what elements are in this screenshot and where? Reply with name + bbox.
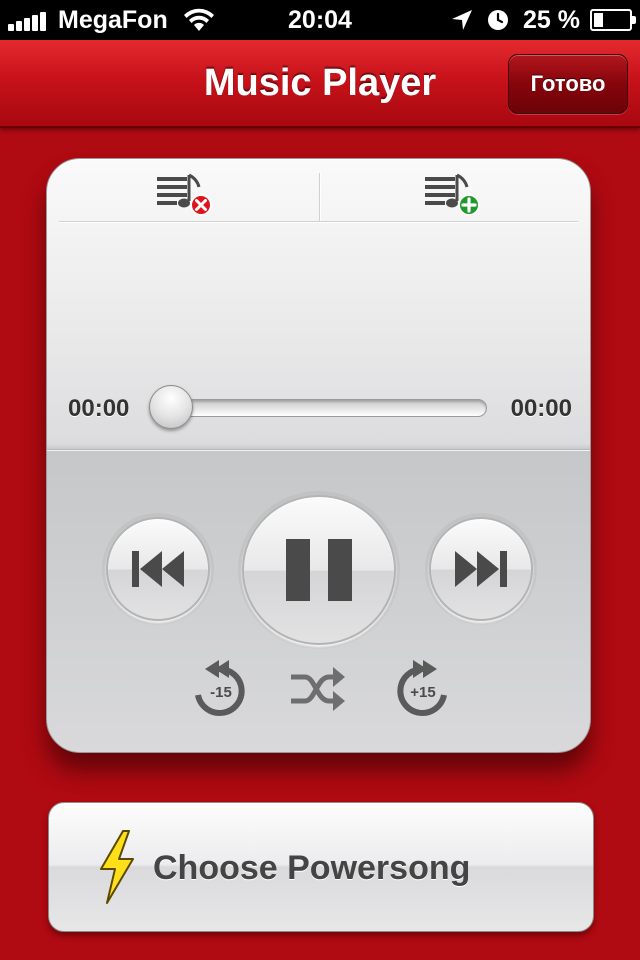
choose-powersong-button[interactable]: Choose Powersong bbox=[48, 802, 594, 932]
done-button[interactable]: Готово bbox=[508, 54, 628, 114]
battery-fill bbox=[594, 13, 603, 27]
signal-strength-icon bbox=[8, 9, 48, 31]
battery-icon bbox=[590, 9, 636, 31]
previous-track-button[interactable] bbox=[106, 517, 210, 621]
shuffle-icon[interactable] bbox=[287, 659, 347, 719]
status-right: 25 % bbox=[451, 0, 636, 40]
divider bbox=[319, 173, 321, 221]
status-bar: MegaFon 20:04 25 % bbox=[0, 0, 640, 40]
playlist-add-icon[interactable] bbox=[421, 171, 485, 219]
wifi-icon bbox=[183, 8, 214, 31]
progress-slider-thumb[interactable] bbox=[149, 385, 193, 429]
rewind-15-icon[interactable]: -15 bbox=[189, 659, 249, 719]
next-track-button[interactable] bbox=[429, 517, 533, 621]
carrier-name: MegaFon bbox=[58, 5, 168, 34]
skip-forward-icon bbox=[455, 551, 507, 587]
status-left: MegaFon bbox=[8, 0, 216, 40]
playlist-remove-icon[interactable] bbox=[153, 171, 217, 219]
pause-icon bbox=[286, 539, 352, 601]
player-panel: 00:00 00:00 -15 +15 bbox=[46, 158, 591, 753]
elapsed-time: 00:00 bbox=[68, 395, 130, 422]
forward-label: +15 bbox=[410, 684, 435, 701]
skip-back-icon bbox=[132, 551, 184, 587]
location-arrow-icon bbox=[452, 10, 473, 30]
total-time: 00:00 bbox=[510, 395, 572, 422]
progress-slider[interactable] bbox=[153, 399, 487, 417]
pause-button[interactable] bbox=[242, 495, 396, 645]
navigation-bar: Music Player Готово bbox=[0, 40, 640, 128]
alarm-clock-icon bbox=[488, 10, 509, 30]
divider bbox=[47, 449, 590, 451]
rewind-label: -15 bbox=[210, 684, 232, 701]
lightning-bolt-icon bbox=[100, 830, 134, 904]
divider bbox=[59, 221, 578, 223]
powersong-label: Choose Powersong bbox=[153, 849, 471, 887]
battery-percent: 25 % bbox=[523, 5, 580, 34]
forward-15-icon[interactable]: +15 bbox=[393, 659, 453, 719]
